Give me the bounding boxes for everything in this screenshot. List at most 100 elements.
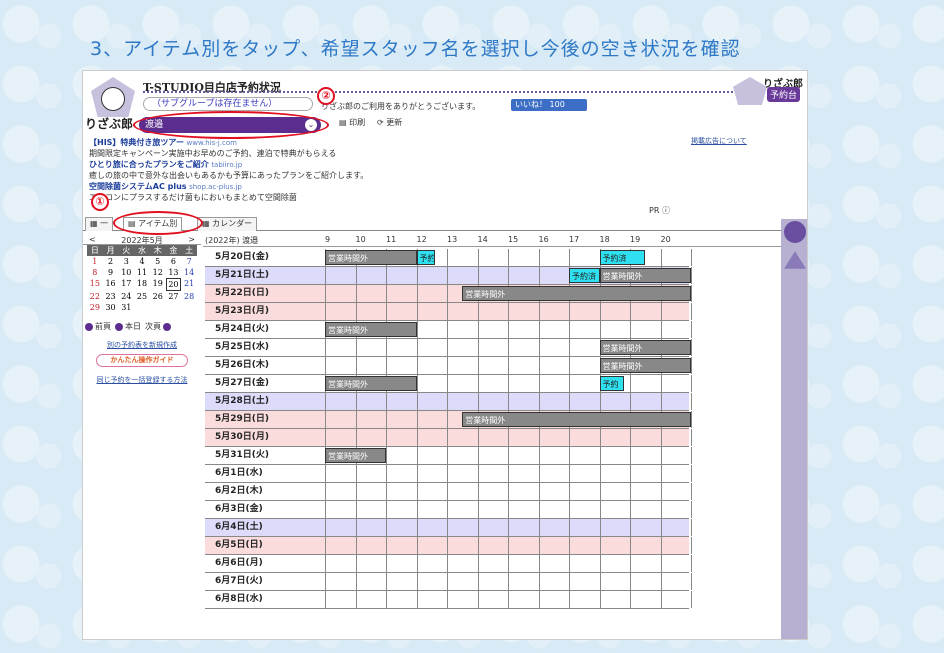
closed-slot[interactable]: 営業時間外 [462, 412, 691, 427]
calendar-day[interactable]: 26 [150, 291, 166, 302]
grid-line [508, 519, 509, 536]
calendar-day[interactable]: 27 [166, 291, 182, 302]
ad-2[interactable]: ひとり旅に合ったプランをご紹介 tabiiro.jp 癒しの旅の中で意外な出会いも… [89, 159, 368, 181]
grid-line [477, 465, 479, 482]
scroll-panel[interactable] [781, 219, 807, 639]
calendar-day[interactable]: 8 [87, 267, 103, 278]
time-cells[interactable]: 営業時間外 [325, 339, 692, 356]
calendar-day[interactable]: 20 [165, 278, 182, 291]
time-cells[interactable]: 営業時間外 予約 [325, 375, 692, 392]
time-cells[interactable] [325, 465, 692, 482]
time-cells[interactable]: 予約済 営業時間外 [325, 267, 692, 284]
guide-button[interactable]: かんたん操作ガイド [96, 354, 188, 367]
grid-line [386, 555, 387, 572]
date-label: 5月26日(木) [215, 360, 270, 370]
tab-calendar-label: カレンダー [212, 219, 253, 228]
time-cells[interactable]: 営業時間外 [325, 321, 692, 338]
calendar-day[interactable]: 25 [134, 291, 150, 302]
time-cells[interactable] [325, 303, 692, 320]
ad-1[interactable]: 【HIS】特典付き旅ツアー www.his-j.com 期間限定キャンペーン実施中… [89, 137, 336, 159]
today-button[interactable]: 本日 [115, 321, 141, 332]
closed-slot[interactable]: 営業時間外 [325, 250, 417, 265]
calendar-day[interactable]: 12 [150, 267, 166, 278]
calendar-day[interactable]: 3 [118, 256, 134, 267]
grid-line [477, 573, 479, 590]
prev-page-button[interactable]: 前頁 [85, 321, 111, 332]
time-cells[interactable]: 営業時間外 [325, 357, 692, 374]
like-button[interactable]: いいね！ 100 [511, 99, 587, 111]
closed-slot[interactable]: 営業時間外 [462, 286, 691, 301]
ad-3[interactable]: 空間除菌システムAC plus shop.ac-plus.jp エアコンにプラスす… [89, 181, 297, 203]
calendar-day[interactable]: 6 [166, 256, 182, 267]
grid-line [691, 411, 692, 428]
next-page-button[interactable]: 次頁 [145, 321, 171, 332]
tab-list[interactable]: ▦ 一 [85, 217, 114, 231]
closed-slot[interactable]: 営業時間外 [599, 358, 691, 373]
booked-slot[interactable]: 予約済 [599, 250, 646, 265]
calendar-day[interactable]: 17 [118, 278, 134, 291]
calendar-day[interactable]: 10 [118, 267, 134, 278]
booked-slot[interactable]: 予約 [599, 376, 624, 391]
closed-slot[interactable]: 営業時間外 [599, 340, 691, 355]
calendar-day[interactable]: 1 [87, 256, 103, 267]
calendar-prev[interactable]: < [89, 235, 96, 244]
grid-line [416, 411, 418, 428]
time-cells[interactable] [325, 591, 692, 608]
booked-slot[interactable]: 予約 [416, 250, 435, 265]
closed-slot[interactable]: 営業時間外 [325, 322, 417, 337]
calendar-next[interactable]: > [188, 235, 195, 244]
tab-calendar[interactable]: ▦ カレンダー [197, 217, 258, 231]
annotation-oval-1 [113, 211, 203, 235]
time-cells[interactable] [325, 519, 692, 536]
bulk-link[interactable]: 同じ予約を一括登録する方法 [83, 375, 201, 385]
calendar-day[interactable]: 29 [87, 302, 103, 313]
calendar-day[interactable]: 31 [118, 302, 134, 313]
calendar-day[interactable]: 2 [103, 256, 119, 267]
closed-slot[interactable]: 営業時間外 [325, 448, 386, 463]
calendar-day[interactable]: 18 [134, 278, 150, 291]
subgroup-select[interactable]: （サブグループは存在ません） [143, 97, 313, 111]
calendar-day[interactable]: 5 [150, 256, 166, 267]
time-cells[interactable] [325, 393, 692, 410]
new-table-link[interactable]: 別の予約表を新規作成 [83, 340, 201, 350]
time-cells[interactable] [325, 555, 692, 572]
schedule-grid: (2022年) 渡邉 9 10 11 12 13 14 15 16 17 18 19 20 5月20日… [203, 235, 789, 639]
grid-line [355, 573, 357, 590]
calendar-day[interactable]: 21 [181, 278, 197, 291]
refresh-button[interactable]: ⟳ 更新 [377, 117, 402, 129]
calendar-day[interactable]: 24 [118, 291, 134, 302]
calendar-day[interactable]: 13 [166, 267, 182, 278]
time-cells[interactable]: 営業時間外 [325, 411, 692, 428]
calendar-day[interactable]: 19 [150, 278, 166, 291]
booked-slot[interactable]: 予約済 [569, 268, 600, 283]
time-cells[interactable]: 営業時間外 予約 予約済 [325, 249, 692, 266]
calendar-day[interactable]: 22 [87, 291, 103, 302]
calendar-day[interactable]: 15 [87, 278, 103, 291]
calendar-day[interactable]: 11 [134, 267, 150, 278]
grid-line [569, 483, 570, 500]
calendar-day[interactable]: 16 [103, 278, 119, 291]
scroll-up-icon[interactable] [784, 251, 806, 269]
scroll-top-icon[interactable] [784, 221, 806, 243]
calendar-day[interactable]: 30 [103, 302, 119, 313]
closed-slot[interactable]: 営業時間外 [599, 268, 691, 283]
calendar-day[interactable]: 9 [103, 267, 119, 278]
calendar-day[interactable]: 28 [181, 291, 197, 302]
calendar-day[interactable]: 14 [181, 267, 197, 278]
time-cells[interactable] [325, 501, 692, 518]
calendar-day[interactable]: 23 [103, 291, 119, 302]
time-cells[interactable] [325, 429, 692, 446]
print-button[interactable]: ▤ 印刷 [339, 117, 365, 129]
time-cells[interactable] [325, 537, 692, 554]
time-cells[interactable] [325, 573, 692, 590]
grid-line [386, 303, 387, 320]
grid-line [538, 591, 540, 608]
ad-info-link[interactable]: 掲載広告について [691, 136, 747, 146]
calendar-day[interactable]: 4 [134, 256, 150, 267]
grid-line [416, 591, 418, 608]
calendar-day[interactable]: 7 [181, 256, 197, 267]
time-cells[interactable] [325, 483, 692, 500]
time-cells[interactable]: 営業時間外 [325, 447, 692, 464]
time-cells[interactable]: 営業時間外 [325, 285, 692, 302]
closed-slot[interactable]: 営業時間外 [325, 376, 417, 391]
